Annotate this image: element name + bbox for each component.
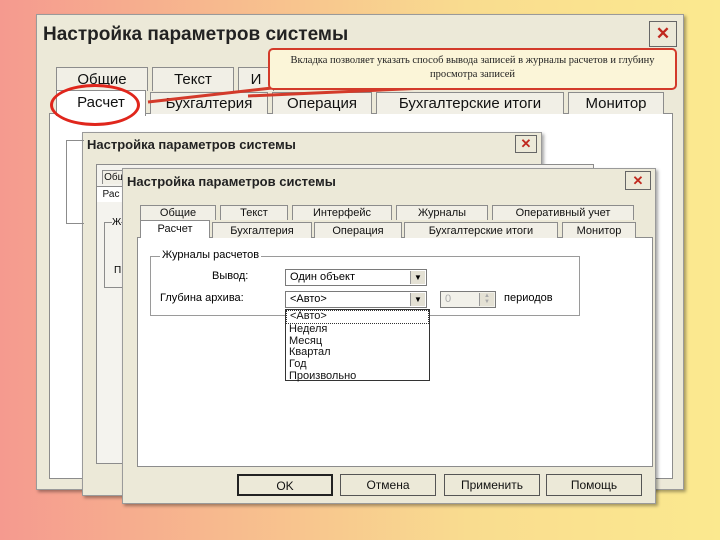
apply-button[interactable]: Применить	[444, 474, 540, 496]
middle-frame-edge	[66, 140, 84, 224]
depth-spinner-value: 0	[445, 293, 452, 305]
depth-dropdown-list: <Авто> Неделя Месяц Квартал Год Произвол…	[285, 309, 430, 383]
help-button[interactable]: Помощь	[546, 474, 642, 496]
front-tab-operational-accounting[interactable]: Оперативный учет	[492, 205, 634, 220]
chevron-down-icon[interactable]: ▼	[410, 271, 425, 284]
dropdown-option[interactable]: Произвольно	[286, 370, 429, 383]
middle-group-fragment: Ж	[112, 217, 122, 228]
front-tab-operation[interactable]: Операция	[314, 222, 402, 238]
front-tab-accounting[interactable]: Бухгалтерия	[212, 222, 312, 238]
output-select[interactable]: Один объект ▼	[285, 269, 427, 286]
front-tab-calculation[interactable]: Расчет	[140, 220, 210, 238]
dropdown-option[interactable]: Квартал	[286, 347, 429, 359]
depth-select[interactable]: <Авто> ▼	[285, 291, 427, 308]
depth-select-value: <Авто>	[290, 293, 327, 305]
journals-group-title: Журналы расчетов	[160, 249, 262, 261]
periods-label: периодов	[504, 292, 553, 304]
middle-dialog-title: Настройка параметров системы	[87, 137, 296, 152]
front-tab-text[interactable]: Текст	[220, 205, 288, 220]
dropdown-option[interactable]: Неделя	[286, 323, 429, 336]
chevron-down-icon[interactable]: ▼	[410, 293, 425, 306]
callout-text: Вкладка позволяет указать способ вывода …	[290, 55, 655, 80]
front-tab-journals[interactable]: Журналы	[396, 205, 488, 220]
front-tab-monitor[interactable]: Монитор	[562, 222, 636, 238]
output-label: Вывод:	[212, 270, 249, 282]
ok-button[interactable]: OK	[237, 474, 333, 496]
front-dialog-title: Настройка параметров системы	[127, 174, 336, 189]
front-close-button[interactable]: ✕	[625, 171, 651, 190]
dropdown-option[interactable]: <Авто>	[286, 310, 429, 324]
middle-close-button[interactable]: ✕	[515, 135, 537, 153]
depth-label: Глубина архива:	[160, 292, 244, 304]
middle-label-fragment: П	[114, 265, 122, 276]
front-tab-general[interactable]: Общие	[140, 205, 216, 220]
output-select-value: Один объект	[290, 271, 356, 283]
depth-spinner[interactable]: 0 ▲ ▼	[440, 291, 496, 308]
front-tab-interface[interactable]: Интерфейс	[292, 205, 392, 220]
front-tab-accounting-totals[interactable]: Бухгалтерские итоги	[404, 222, 558, 238]
callout-box: Вкладка позволяет указать способ вывода …	[268, 48, 677, 90]
cancel-button[interactable]: Отмена	[340, 474, 436, 496]
spinner-arrows-icon[interactable]: ▲ ▼	[479, 293, 494, 306]
